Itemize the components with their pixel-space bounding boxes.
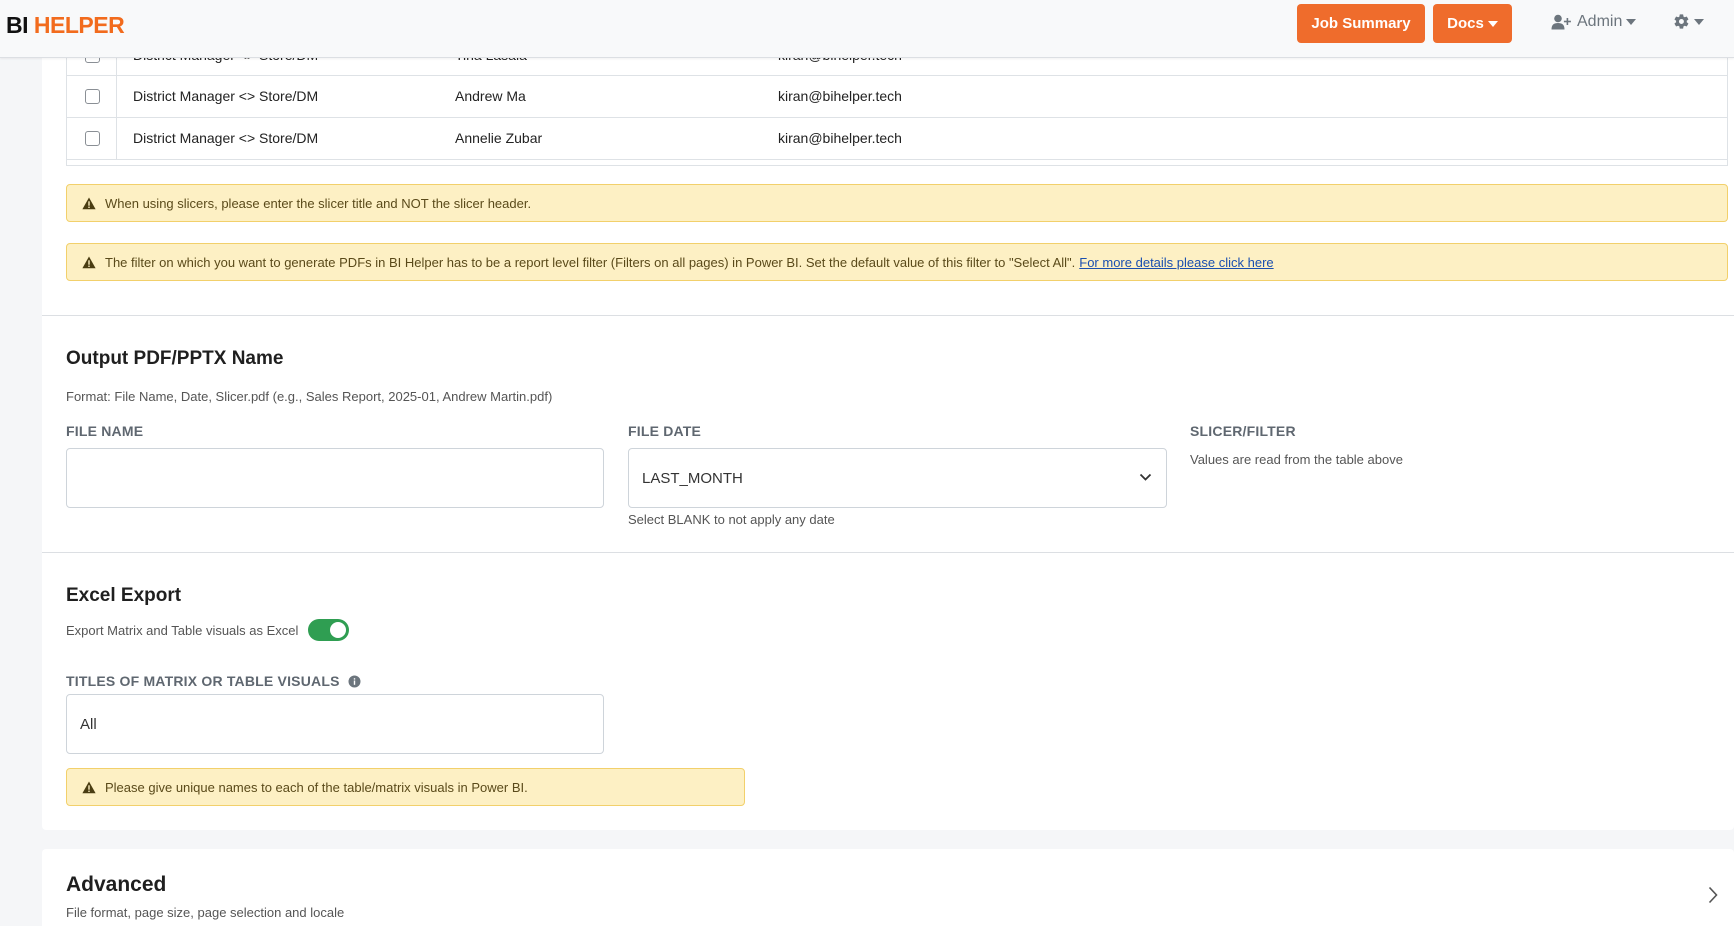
file-name-input[interactable] bbox=[66, 448, 604, 508]
alert-text: When using slicers, please enter the sli… bbox=[105, 195, 532, 211]
warning-icon bbox=[82, 781, 96, 793]
titles-value: All bbox=[80, 715, 97, 733]
divider bbox=[42, 552, 1734, 553]
file-name-label: FILE NAME bbox=[66, 423, 144, 439]
table-row[interactable]: District Manager <> Store/DM Annelie Zub… bbox=[66, 118, 1728, 160]
titles-label: TITLES OF MATRIX OR TABLE VISUALS bbox=[66, 673, 340, 689]
more-details-link[interactable]: For more details please click here bbox=[1079, 255, 1273, 270]
user-plus-icon bbox=[1551, 14, 1571, 30]
output-name-title: Output PDF/PPTX Name bbox=[66, 348, 284, 369]
advanced-subtitle: File format, page size, page selection a… bbox=[66, 905, 345, 920]
slicer-filter-label: SLICER/FILTER bbox=[1190, 423, 1296, 439]
row-checkbox[interactable] bbox=[85, 89, 100, 104]
unique-names-alert: Please give unique names to each of the … bbox=[66, 768, 745, 806]
chevron-right-icon[interactable] bbox=[1708, 886, 1718, 904]
info-icon[interactable] bbox=[348, 675, 361, 688]
email-cell: kiran@bihelper.tech bbox=[778, 88, 902, 104]
user-label: Admin bbox=[1577, 13, 1623, 30]
gear-icon bbox=[1674, 14, 1689, 29]
email-cell: kiran@bihelper.tech bbox=[778, 130, 902, 146]
format-hint: Format: File Name, Date, Slicer.pdf (e.g… bbox=[66, 389, 553, 404]
divider bbox=[42, 315, 1734, 316]
slicer-filter-help: Values are read from the table above bbox=[1190, 452, 1403, 467]
titles-label-row: TITLES OF MATRIX OR TABLE VISUALS bbox=[66, 673, 361, 689]
settings-menu[interactable] bbox=[1673, 13, 1704, 30]
excel-toggle-label: Export Matrix and Table visuals as Excel bbox=[66, 623, 299, 638]
excel-export-title: Excel Export bbox=[66, 585, 182, 606]
warning-icon bbox=[82, 197, 96, 209]
bi-helper-logo[interactable]: BI HELPER bbox=[6, 12, 125, 39]
file-date-label: FILE DATE bbox=[628, 423, 702, 439]
slicer-warning-alert: When using slicers, please enter the sli… bbox=[66, 184, 1728, 222]
docs-dropdown-button[interactable]: Docs bbox=[1433, 4, 1512, 43]
row-checkbox[interactable] bbox=[85, 131, 100, 146]
name-cell: Andrew Ma bbox=[455, 88, 526, 104]
chevron-down-icon bbox=[1139, 473, 1152, 481]
role-cell: District Manager <> Store/DM bbox=[133, 130, 319, 146]
user-menu[interactable]: Admin bbox=[1551, 13, 1637, 31]
table-row[interactable]: District Manager <> Store/DM Andrew Ma k… bbox=[66, 76, 1728, 118]
top-navbar: BI HELPER Job Summary Docs Admin bbox=[0, 0, 1734, 58]
excel-export-toggle[interactable] bbox=[308, 619, 349, 641]
advanced-title: Advanced bbox=[66, 873, 167, 896]
alert-text: The filter on which you want to generate… bbox=[105, 254, 1076, 270]
file-date-select[interactable]: LAST_MONTH bbox=[628, 448, 1167, 508]
file-date-value: LAST_MONTH bbox=[642, 469, 743, 487]
titles-input[interactable]: All bbox=[66, 694, 604, 754]
file-date-help: Select BLANK to not apply any date bbox=[628, 512, 835, 527]
caret-down-icon bbox=[1626, 19, 1637, 25]
caret-down-icon bbox=[1487, 20, 1498, 27]
filter-warning-alert: The filter on which you want to generate… bbox=[66, 243, 1728, 281]
caret-down-icon bbox=[1694, 18, 1704, 25]
alert-text: Please give unique names to each of the … bbox=[105, 779, 528, 795]
job-summary-button[interactable]: Job Summary bbox=[1297, 4, 1425, 43]
name-cell: Annelie Zubar bbox=[455, 130, 543, 146]
role-cell: District Manager <> Store/DM bbox=[133, 88, 319, 104]
warning-icon bbox=[82, 256, 96, 268]
